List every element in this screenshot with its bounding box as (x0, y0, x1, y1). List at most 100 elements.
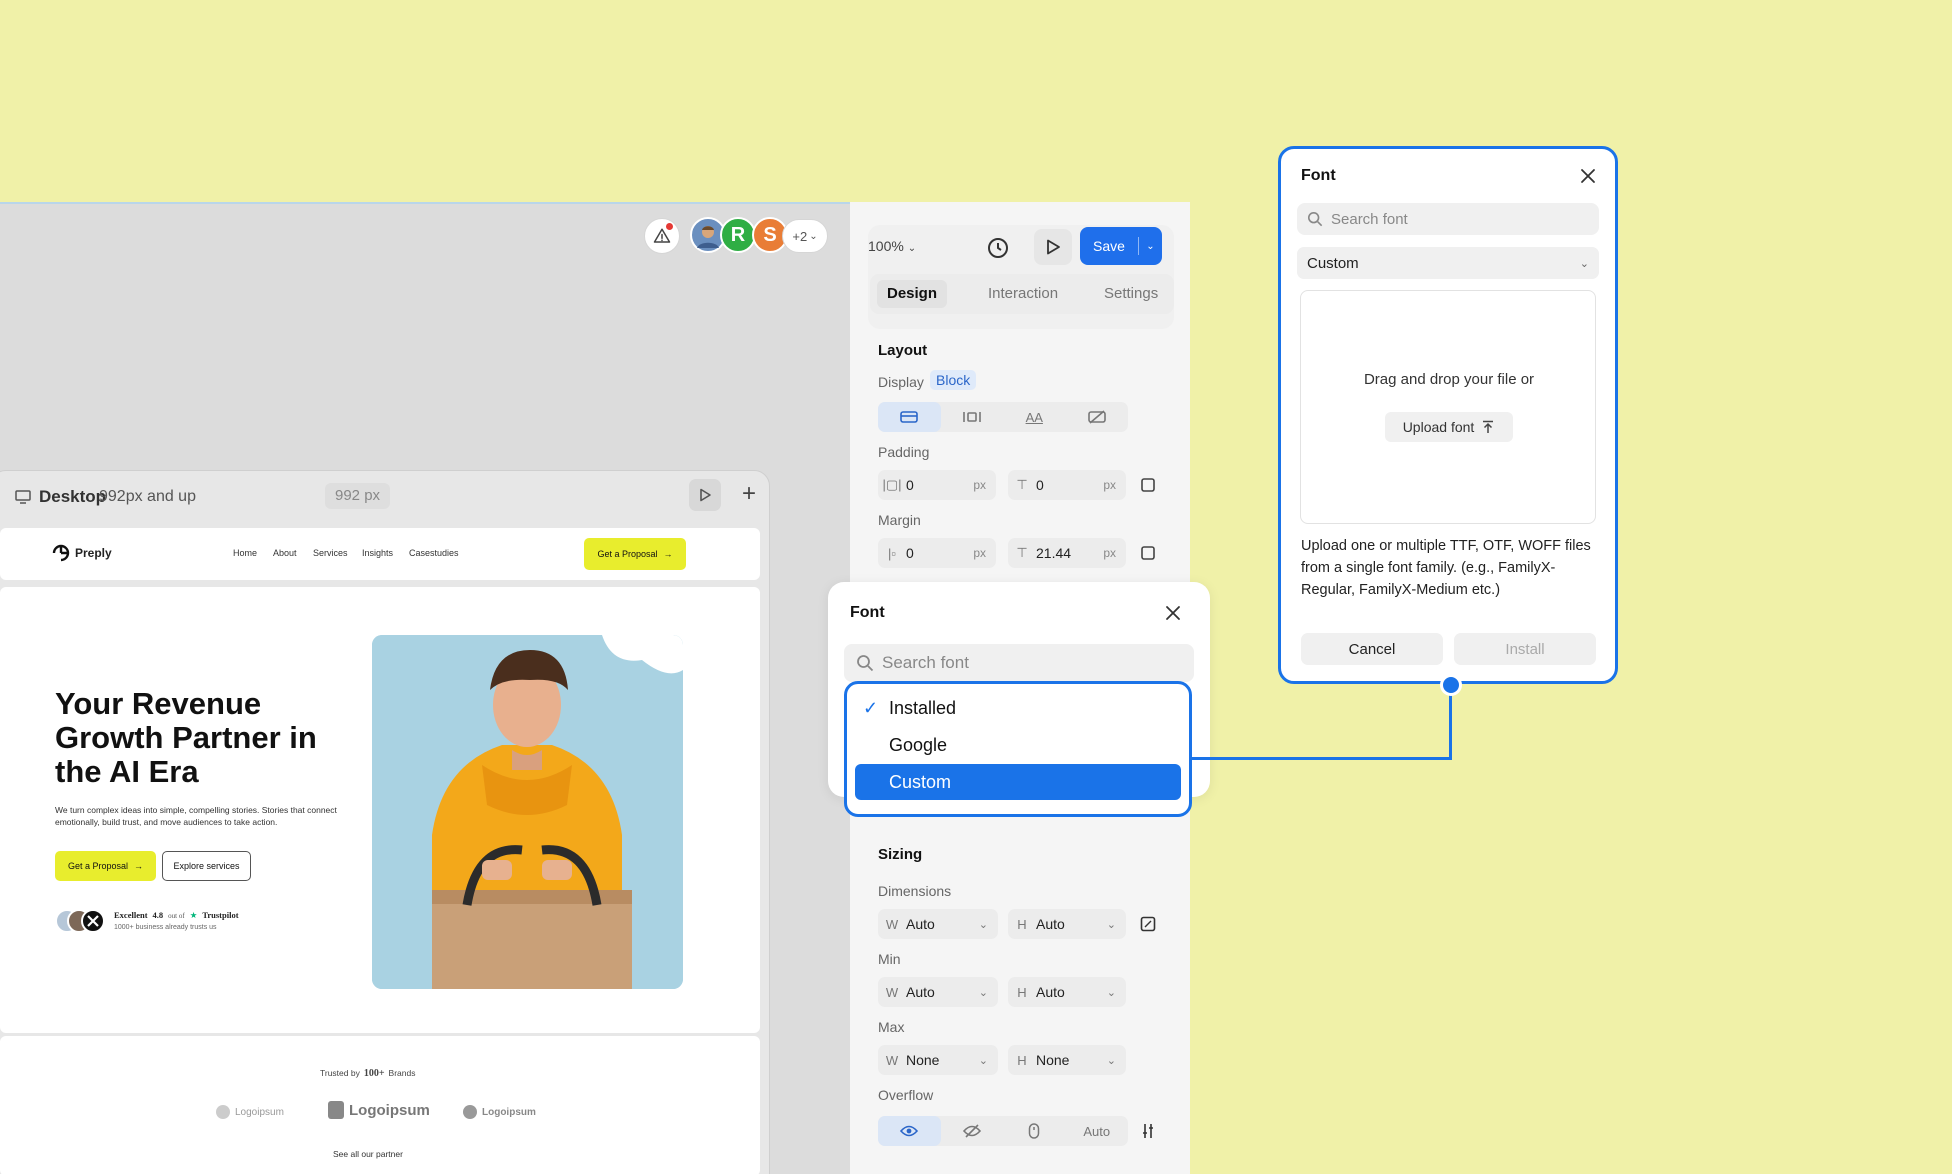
nav-link-casestudies[interactable]: Casestudies (409, 548, 459, 558)
font-search-input[interactable]: Search font (844, 644, 1194, 682)
display-none-option[interactable] (1066, 402, 1129, 432)
aspect-ratio-button[interactable] (1134, 909, 1162, 939)
upload-help-text: Upload one or multiple TTF, OTF, WOFF fi… (1301, 538, 1591, 598)
warning-button[interactable] (644, 218, 680, 254)
display-label: Display (878, 374, 924, 390)
min-height-select[interactable]: H Auto ⌄ (1008, 977, 1126, 1007)
hero-title: Your Revenue Growth Partner in the AI Er… (55, 686, 317, 789)
padding-vertical-input[interactable]: ⊤ 0 px (1008, 470, 1126, 500)
chevron-down-icon: ⌄ (809, 230, 818, 242)
overflow-auto-option[interactable]: Auto (1066, 1116, 1129, 1146)
partner-logo: Logoipsum (216, 1105, 284, 1119)
display-flex-option[interactable] (941, 402, 1004, 432)
padding-horizontal-input[interactable]: |▢| 0 px (878, 470, 996, 500)
font-search-input[interactable]: Search font (1297, 203, 1599, 235)
overflow-segmented-control: Auto (878, 1116, 1128, 1146)
font-source-installed[interactable]: ✓ Installed (855, 690, 1181, 726)
nav-link-about[interactable]: About (273, 548, 297, 558)
font-source-dropdown: ✓ Installed Google Custom (844, 681, 1192, 817)
cancel-button[interactable]: Cancel (1301, 633, 1443, 665)
overflow-scroll-option[interactable] (1003, 1116, 1066, 1146)
expand-sides-icon (1141, 478, 1155, 492)
option-label: Google (889, 734, 948, 755)
overflow-settings-button[interactable] (1134, 1116, 1162, 1146)
padding-individual-button[interactable] (1134, 470, 1162, 500)
hero-primary-label: Get a Proposal (67, 861, 129, 871)
partner-logo-label: Logoipsum (235, 1106, 284, 1118)
font-source-custom[interactable]: Custom (855, 764, 1181, 800)
chevron-down-icon[interactable]: ⌄ (1139, 241, 1162, 252)
margin-vertical-input[interactable]: ⊤ 21.44 px (1008, 538, 1126, 568)
layout-title: Layout (878, 342, 928, 359)
font-source-value: Custom (1307, 254, 1359, 272)
logo-bolt-icon (463, 1105, 477, 1119)
hero-secondary-label: Explore services (173, 861, 240, 871)
rating-source: Trustpilot (202, 910, 239, 920)
connector-line (1192, 757, 1452, 760)
preview-button[interactable] (689, 479, 721, 511)
font-popover-title: Font (850, 604, 885, 621)
save-button[interactable]: Save ⌄ (1080, 227, 1162, 265)
unit-label: px (973, 478, 986, 492)
margin-horizontal-icon: |▫ (888, 545, 896, 561)
flex-icon (962, 412, 981, 422)
nav-link-services[interactable]: Services (313, 548, 348, 558)
close-button[interactable] (1164, 604, 1184, 624)
display-block-option[interactable] (878, 402, 941, 432)
display-text-option[interactable]: AA (1003, 402, 1066, 432)
max-width-select[interactable]: W None ⌄ (878, 1045, 998, 1075)
tab-settings[interactable]: Settings (1094, 280, 1168, 308)
padding-label: Padding (878, 444, 930, 460)
tab-design[interactable]: Design (877, 280, 948, 308)
chevron-down-icon: ⌄ (907, 243, 917, 254)
nav-cta-button[interactable]: Get a Proposal → (584, 538, 686, 570)
more-avatars-button[interactable]: +2 ⌄ (782, 219, 828, 253)
upload-font-button[interactable]: Upload font (1385, 412, 1513, 442)
see-all-partners-link[interactable]: See all our partner (333, 1149, 403, 1159)
block-icon (900, 411, 919, 423)
site-brand: Preply (75, 546, 112, 560)
min-height-value: Auto (1036, 984, 1065, 1000)
overflow-hidden-option[interactable] (941, 1116, 1004, 1146)
man-with-box-image (372, 635, 683, 989)
chevron-down-icon: ⌄ (978, 986, 988, 999)
margin-horizontal-input[interactable]: |▫ 0 px (878, 538, 996, 568)
expand-sides-icon (1141, 546, 1155, 560)
custom-font-dialog: Font Search font Custom ⌄ Drag and drop … (1278, 146, 1618, 684)
font-source-select[interactable]: Custom ⌄ (1297, 247, 1599, 279)
nav-link-home[interactable]: Home (233, 548, 257, 558)
min-width-select[interactable]: W Auto ⌄ (878, 977, 998, 1007)
font-source-google[interactable]: Google (855, 727, 1181, 763)
hero-primary-button[interactable]: Get a Proposal → (55, 851, 156, 881)
margin-individual-button[interactable] (1134, 538, 1162, 568)
partner-logo-label: Logoipsum (349, 1101, 430, 1119)
install-button[interactable]: Install (1454, 633, 1596, 665)
more-avatars-count: +2 (792, 228, 808, 244)
overflow-visible-option[interactable] (878, 1116, 941, 1146)
avatar[interactable]: R (720, 217, 756, 253)
width-value: Auto (906, 916, 935, 932)
close-button[interactable] (1579, 167, 1599, 187)
preview-button[interactable] (1034, 229, 1072, 265)
drop-zone-text: Drag and drop your file or (1363, 371, 1535, 388)
chevron-down-icon: ⌄ (1106, 918, 1116, 931)
nav-link-insights[interactable]: Insights (362, 548, 393, 558)
breakpoint-title[interactable]: Desktop (15, 487, 106, 507)
nav-cta-label: Get a Proposal (597, 549, 658, 559)
display-value-badge[interactable]: Block (930, 370, 977, 390)
add-breakpoint-button[interactable]: + (733, 479, 765, 511)
site-header[interactable]: Preply Home About Services Insights Case… (0, 528, 760, 580)
font-drop-zone[interactable]: Drag and drop your file or Upload font (1300, 290, 1596, 524)
tab-interaction[interactable]: Interaction (978, 280, 1068, 308)
history-button[interactable] (986, 236, 1010, 260)
zoom-dropdown[interactable]: 100% ⌄ (868, 238, 916, 254)
trusted-count: 100+ (363, 1068, 385, 1079)
margin-vertical-value: 21.44 (1036, 545, 1072, 561)
hero-secondary-button[interactable]: Explore services (162, 851, 251, 881)
max-height-select[interactable]: H None ⌄ (1008, 1045, 1126, 1075)
width-select[interactable]: W Auto ⌄ (878, 909, 998, 939)
height-select[interactable]: H Auto ⌄ (1008, 909, 1126, 939)
avatar-stack-icon (55, 909, 105, 933)
font-search-placeholder: Search font (882, 653, 969, 672)
site-logo[interactable]: Preply (52, 544, 112, 562)
